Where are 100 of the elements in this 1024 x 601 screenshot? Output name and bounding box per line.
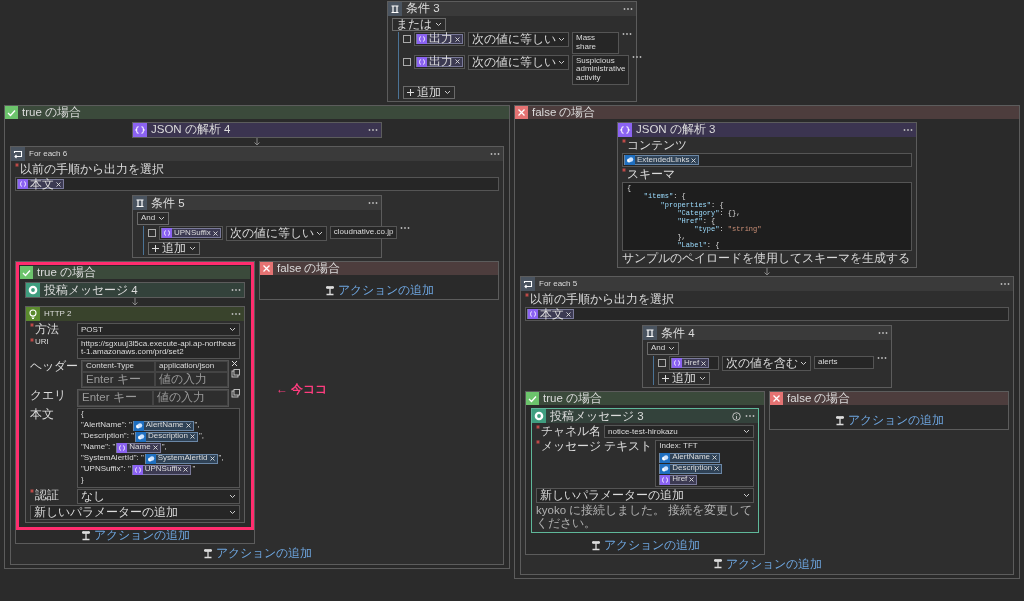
remove-icon [455, 36, 460, 42]
chat-icon [532, 409, 546, 424]
close-icon [260, 262, 273, 276]
chevron-down-icon [315, 231, 323, 237]
token-chip[interactable]: AlertName [132, 420, 194, 431]
field-label: 認証 [35, 488, 59, 502]
body-text: "Name": " [81, 443, 116, 453]
add-action-link[interactable]: アクションの追加 [324, 284, 434, 298]
operator-dropdown[interactable]: 次の値を含む [722, 356, 811, 372]
input-field[interactable]: Index: TFT AlertName Description Href [655, 439, 754, 487]
braces-icon [417, 34, 427, 44]
token-field[interactable]: 本文 [15, 177, 499, 192]
checkbox[interactable] [148, 229, 156, 238]
input-field[interactable]: application/json [155, 361, 228, 373]
checkbox[interactable] [403, 57, 411, 66]
operator-dropdown[interactable]: 次の値に等しい [468, 54, 569, 70]
operator-dropdown[interactable]: 次の値に等しい [468, 32, 569, 48]
token-chip[interactable]: Description [135, 431, 198, 442]
required-icon [622, 139, 626, 143]
add-action-link[interactable]: アクションの追加 [834, 414, 944, 428]
token-chip[interactable]: Href [659, 474, 698, 485]
token-field[interactable]: ExtendedLinks [622, 153, 912, 168]
select-field[interactable]: なし [77, 488, 240, 504]
token-field[interactable]: 本文 [525, 307, 1009, 322]
value-field[interactable]: alerts [814, 356, 874, 370]
braces-icon [618, 123, 632, 137]
plus-icon [407, 89, 414, 96]
input-field[interactable]: { "AlertName": " AlertName ", "Description": " Description ", "Name": " Name ", "SystemAlertId": " SystemAlertId ", "UPNSuffix": " UPNSuffix " } [77, 407, 240, 488]
input-field[interactable]: 値の入力 [155, 372, 228, 388]
schema-link[interactable]: サンプルのペイロードを使用してスキーマを生成する [622, 251, 912, 265]
remove-icon [152, 445, 158, 451]
token-chip[interactable]: UPNSuffix [131, 464, 192, 475]
close-icon [231, 360, 238, 368]
braces-icon [132, 464, 143, 475]
more-icon [623, 7, 633, 11]
token-chip[interactable]: 出力 [416, 34, 463, 44]
card-title: 条件 4 [661, 326, 696, 340]
add-action-link[interactable]: アクションの追加 [80, 529, 190, 543]
token-chip[interactable]: ExtendedLinks [624, 155, 700, 166]
input-field[interactable]: Content-Type [82, 361, 155, 373]
token-field[interactable]: Href [669, 356, 719, 371]
value-field[interactable]: Mass share [572, 32, 619, 54]
value-field[interactable]: Suspicious administrative activity [572, 54, 630, 85]
select-field[interactable]: POST [77, 323, 240, 337]
operator-dropdown[interactable]: And [647, 342, 680, 356]
token-chip[interactable]: SystemAlertId [144, 453, 218, 464]
add-action-link[interactable]: アクションの追加 [712, 557, 822, 571]
token-chip[interactable]: 本文 [17, 179, 64, 190]
add-button[interactable]: 追加 [148, 242, 200, 256]
add-button[interactable]: 追加 [658, 372, 710, 386]
checkbox[interactable] [403, 35, 411, 43]
field-label: チャネル名 [541, 425, 601, 439]
input-field[interactable]: https://sgxuuj3l5ca.execute-api.ap-northeast-1.amazonaws.com/prd/set2 [77, 337, 240, 360]
operator-dropdown[interactable]: または [392, 18, 446, 31]
token-chip[interactable]: 出力 [416, 56, 463, 67]
braces-icon [528, 309, 538, 320]
token-chip[interactable]: 本文 [527, 309, 574, 320]
chevron-down-icon [743, 429, 750, 435]
operator-dropdown[interactable]: And [137, 212, 170, 226]
close-icon [515, 106, 528, 119]
chevron-down-icon [189, 246, 196, 252]
add-step-icon [590, 540, 601, 551]
parameter-dropdown[interactable]: 新しいパラメーターの追加 [30, 504, 240, 521]
field-label: ヘッダー [30, 360, 78, 374]
add-action-link[interactable]: アクションの追加 [202, 547, 312, 561]
connection-note: kyoko に接続しました。 接続を変更してください。 [536, 503, 754, 531]
field-label: URI [35, 337, 49, 347]
remove-icon [183, 467, 189, 473]
body-text: "AlertName": " [81, 421, 132, 431]
more-icon [231, 288, 241, 293]
operator-dropdown[interactable]: 次の値に等しい [225, 226, 327, 242]
branch-title: false の場合 [532, 105, 596, 120]
add-action-link[interactable]: アクションの追加 [590, 539, 700, 553]
token-chip[interactable]: UPNSuffix [161, 228, 221, 239]
input-field[interactable]: 値の入力 [153, 390, 228, 406]
check-icon [5, 106, 18, 119]
chevron-down-icon [699, 376, 706, 382]
checkbox[interactable] [658, 359, 666, 368]
token-chip[interactable]: Name [116, 442, 161, 453]
braces-icon [660, 474, 671, 485]
select-field[interactable]: notice-test-hirokazu [604, 425, 754, 439]
body-text: ", [194, 421, 200, 431]
condition-icon [643, 326, 657, 341]
braces-icon [133, 123, 147, 137]
field-label: クエリ [30, 389, 66, 403]
input-field[interactable]: Enter キー [78, 390, 153, 406]
input-field[interactable]: Enter キー [82, 372, 155, 388]
branch-title: false の場合 [787, 392, 851, 406]
required-icon [536, 439, 540, 444]
field-label: スキーマ [627, 168, 675, 182]
token-chip[interactable]: Description [659, 463, 723, 474]
add-button[interactable]: 追加 [403, 86, 455, 99]
more-icon [490, 152, 500, 156]
card-title: For each 5 [539, 279, 579, 289]
token-chip[interactable]: Href [671, 358, 710, 369]
token-chip[interactable]: AlertName [659, 452, 720, 463]
cloud-icon [660, 452, 671, 463]
braces-icon [18, 179, 28, 190]
value-field[interactable]: cloudnative.co.jp [329, 226, 398, 240]
parameter-dropdown[interactable]: 新しいパラメーターの追加 [536, 487, 754, 503]
